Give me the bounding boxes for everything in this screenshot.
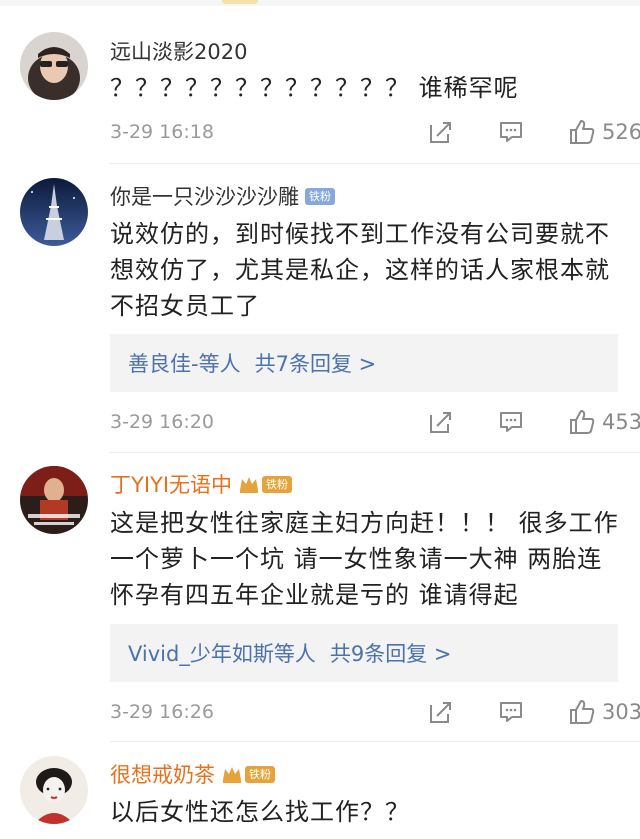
timestamp: 3-29 16:18 xyxy=(110,121,214,143)
username-row: 你是一只沙沙沙沙雕 铁粉 xyxy=(110,181,335,211)
reply-names: Vivid_少年如斯等人 xyxy=(128,642,316,666)
thumbs-up-icon[interactable] xyxy=(568,118,596,146)
avatar[interactable] xyxy=(20,178,88,246)
avatar[interactable] xyxy=(20,32,88,100)
comment-meta: 3-29 16:26 303 xyxy=(110,697,640,727)
username[interactable]: 丁YIYI无语中 xyxy=(110,469,232,499)
comment-meta: 3-29 16:18 526 xyxy=(110,117,640,147)
reply-summary[interactable]: 善良佳-等人 共7条回复 > xyxy=(110,334,618,392)
avatar[interactable] xyxy=(20,756,88,824)
comment-icon[interactable] xyxy=(498,119,524,145)
comment-text: ？？？？？？？？？？？？ 谁稀罕呢 xyxy=(110,74,519,102)
divider xyxy=(110,452,640,453)
username-row: 远山淡影2020 xyxy=(110,36,247,66)
timestamp: 3-29 16:20 xyxy=(110,411,214,433)
share-icon[interactable] xyxy=(428,119,454,145)
timestamp: 3-29 16:26 xyxy=(110,701,214,723)
thumbs-up-icon[interactable] xyxy=(568,408,596,436)
divider xyxy=(110,741,640,742)
share-icon[interactable] xyxy=(428,409,454,435)
reply-summary[interactable]: Vivid_少年如斯等人 共9条回复 > xyxy=(110,624,618,682)
top-strip xyxy=(0,0,640,6)
comment-text: 说效仿的，到时候找不到工作没有公司要就不想效仿了，尤其是私企，这样的话人家根本就… xyxy=(110,220,610,320)
share-icon[interactable] xyxy=(428,699,454,725)
username[interactable]: 远山淡影2020 xyxy=(110,36,247,66)
comment-text: 这是把女性往家庭主妇方向赶！！！ 很多工作一个萝卜一个坑 请一女性象请一大神 两… xyxy=(110,509,619,609)
divider xyxy=(110,163,640,164)
comment-meta: 3-29 16:20 453 xyxy=(110,407,640,437)
username[interactable]: 你是一只沙沙沙沙雕 xyxy=(110,181,299,211)
action-bar: 526 xyxy=(428,117,640,147)
username-row: 丁YIYI无语中 铁粉 xyxy=(110,469,293,499)
crown-icon xyxy=(240,477,259,493)
like-count: 453 xyxy=(602,410,640,434)
fan-badge: 铁粉 xyxy=(262,475,293,493)
comment-icon[interactable] xyxy=(498,699,524,725)
reply-names: 善良佳-等人 xyxy=(128,352,241,376)
reply-count[interactable]: 共9条回复 > xyxy=(330,638,452,668)
like-count: 526 xyxy=(602,120,640,144)
avatar[interactable] xyxy=(20,466,88,534)
comment-icon[interactable] xyxy=(498,409,524,435)
action-bar: 453 xyxy=(428,407,640,437)
crown-icon xyxy=(223,767,241,783)
fan-badge: 铁粉 xyxy=(305,187,335,205)
username-row: 很想戒奶茶 铁粉 xyxy=(110,759,275,789)
thumbs-up-icon[interactable] xyxy=(568,698,596,726)
username[interactable]: 很想戒奶茶 xyxy=(110,759,215,789)
comment-text: 以后女性还怎么找工作？？ xyxy=(110,798,410,826)
like-count: 303 xyxy=(602,700,640,724)
top-marker xyxy=(222,0,258,4)
fan-badge: 铁粉 xyxy=(245,765,275,783)
reply-count[interactable]: 共7条回复 > xyxy=(255,348,377,378)
action-bar: 303 xyxy=(428,697,640,727)
